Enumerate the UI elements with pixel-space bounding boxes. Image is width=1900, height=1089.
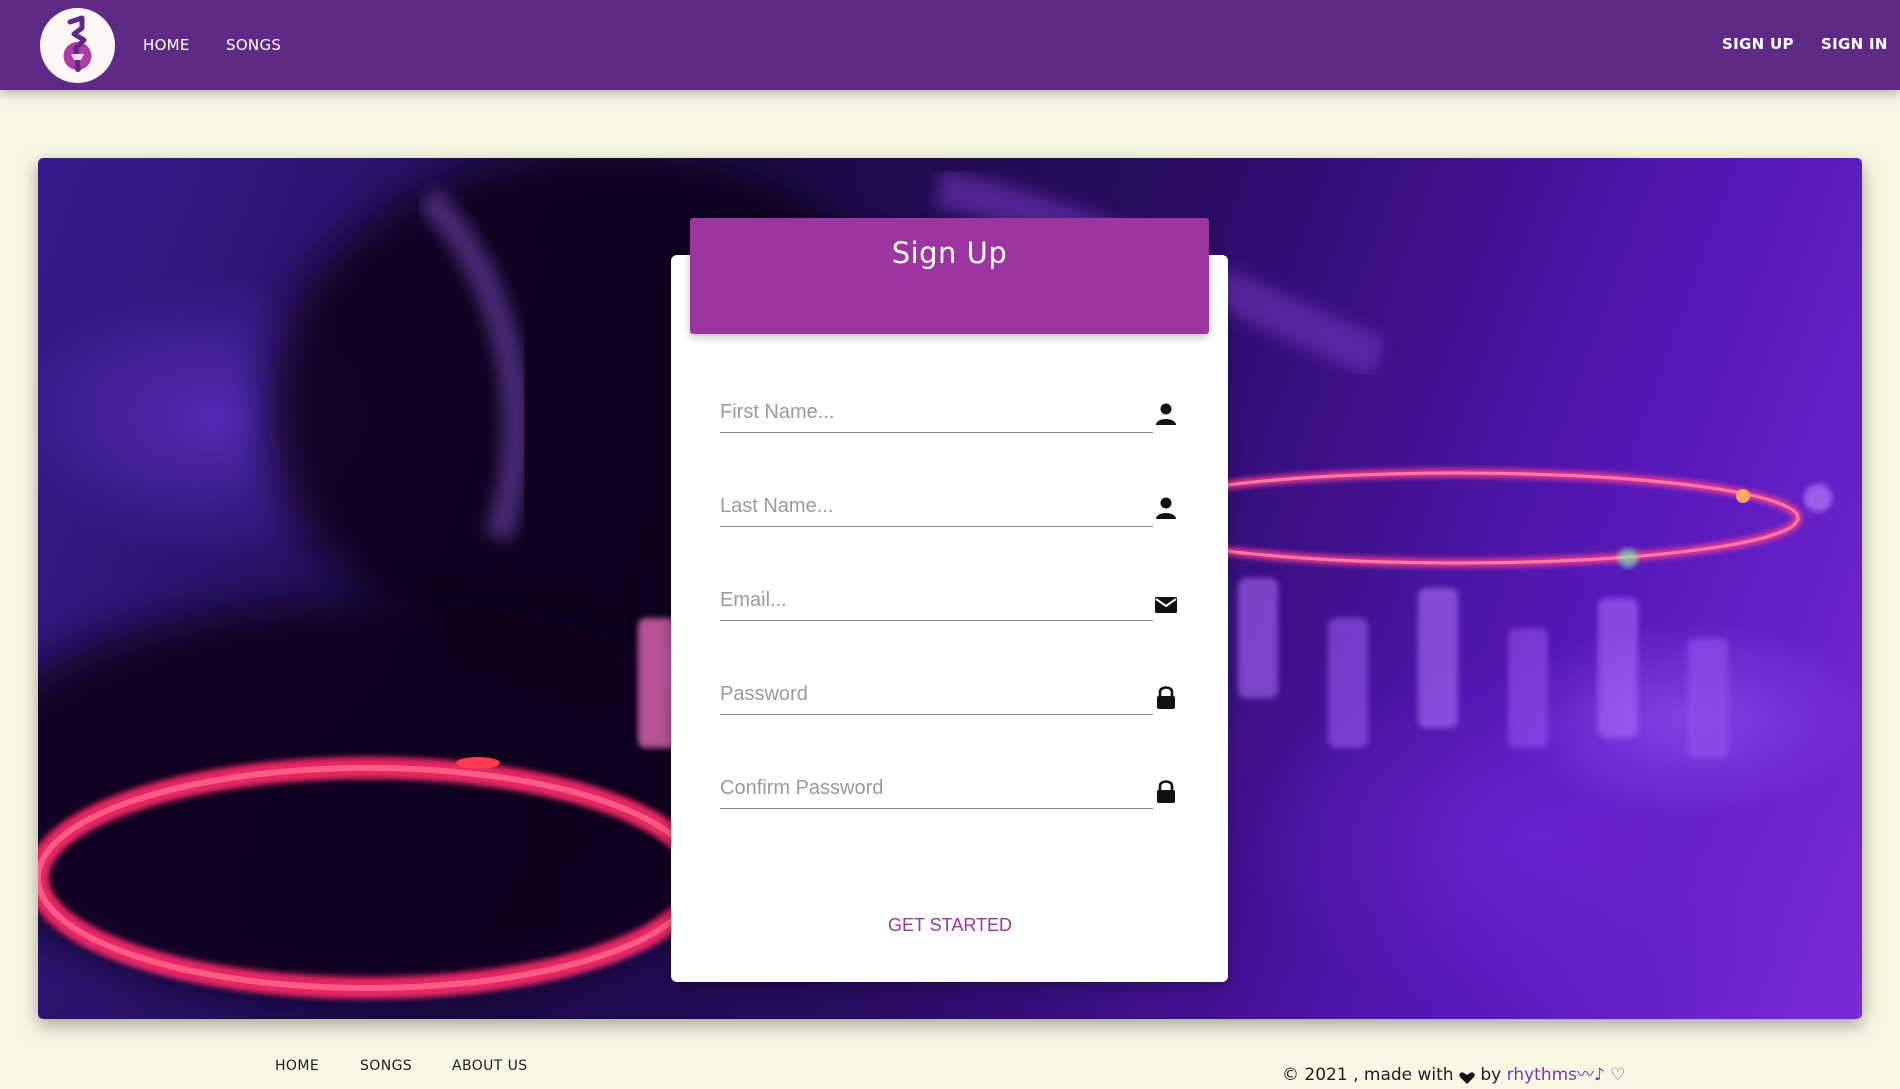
nav-home-link[interactable]: HOME [143,36,190,54]
heart-icon [1459,1069,1475,1084]
confirm-password-input[interactable] [720,768,1153,809]
envelope-icon [1155,591,1177,617]
logo[interactable] [40,8,115,83]
last-name-input[interactable] [720,486,1153,527]
footer-brand-link[interactable]: rhythms〰♪ ♡ [1507,1065,1626,1085]
lock-icon [1155,778,1177,804]
footer-credit: © 2021 , made with by rhythms〰♪ ♡ [1282,1060,1626,1085]
password-input[interactable] [720,674,1153,715]
email-input[interactable] [720,580,1153,621]
first-name-input[interactable] [720,392,1153,433]
nav-signup-link[interactable]: SIGN UP [1722,35,1794,53]
footer-credit-prefix: © 2021 , made with [1282,1065,1454,1085]
get-started-button[interactable]: GET STARTED [860,915,1040,936]
user-icon [1155,495,1177,521]
footer-home-link[interactable]: HOME [275,1058,319,1074]
signup-title: Sign Up [891,236,1008,270]
nav-songs-link[interactable]: SONGS [226,36,281,54]
navbar: HOME SONGS SIGN UP SIGN IN [0,0,1900,90]
nav-signin-link[interactable]: SIGN IN [1821,35,1888,53]
footer-credit-by: by [1480,1065,1502,1085]
music-logo-icon [63,15,92,72]
signup-card-header: Sign Up [690,218,1209,334]
footer-about-link[interactable]: ABOUT US [452,1058,528,1074]
footer-songs-link[interactable]: SONGS [360,1058,412,1074]
lock-icon [1155,684,1177,710]
user-icon [1155,401,1177,427]
